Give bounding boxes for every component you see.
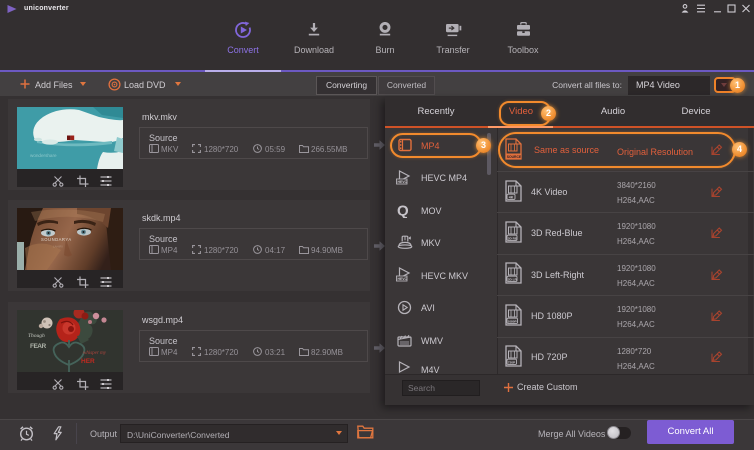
svg-text:wondershare: wondershare xyxy=(30,153,57,158)
svg-text:1080P: 1080P xyxy=(508,319,517,323)
svg-text:Though: Though xyxy=(28,333,45,339)
svg-text:SOUNDARYA: SOUNDARYA xyxy=(41,237,72,242)
svg-text:FEAR: FEAR xyxy=(30,343,47,350)
svg-text:LAHIRI: LAHIRI xyxy=(53,245,63,249)
svg-text:3D RB: 3D RB xyxy=(508,236,518,240)
svg-text:HEVC: HEVC xyxy=(398,180,408,184)
svg-text:whisper my: whisper my xyxy=(83,351,107,356)
svg-text:4K: 4K xyxy=(509,195,514,199)
svg-text:3D LR: 3D LR xyxy=(508,277,518,281)
svg-text:720P: 720P xyxy=(508,360,515,364)
svg-text:Q: Q xyxy=(397,203,409,219)
svg-text:HEVC: HEVC xyxy=(398,277,408,281)
svg-text:HER: HER xyxy=(81,358,95,365)
